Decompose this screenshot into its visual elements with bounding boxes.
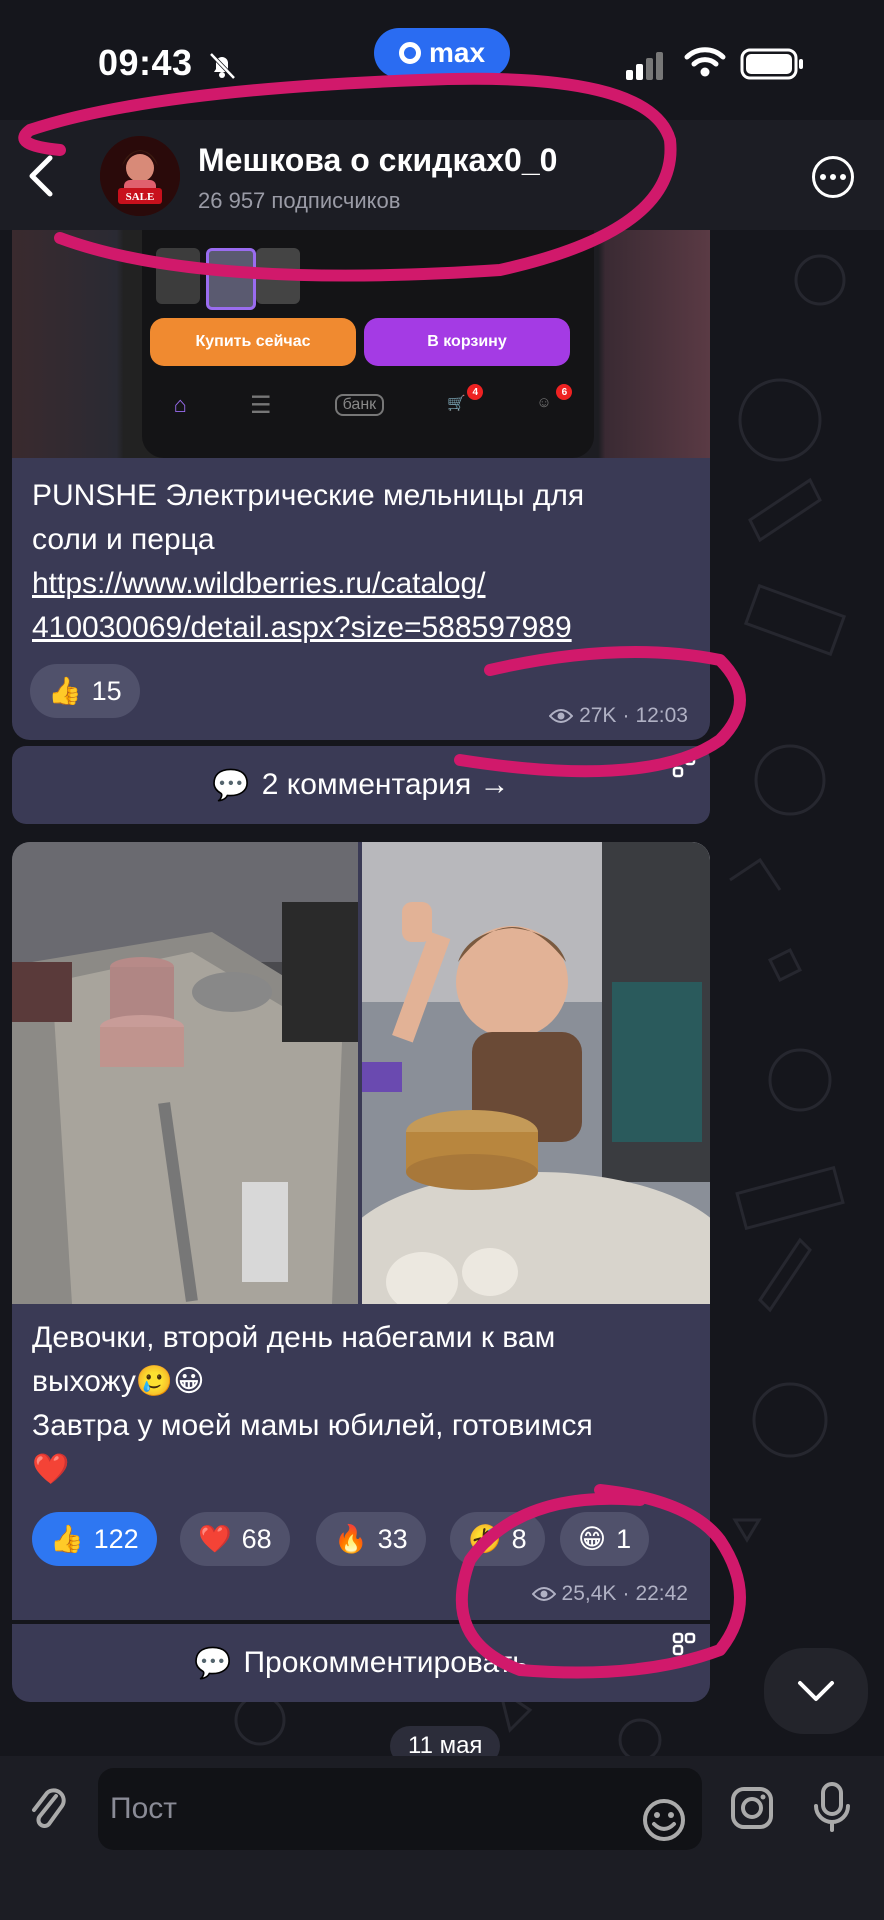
speech-bubble-icon: 💬 [194,1646,232,1680]
reaction-fire[interactable]: 🔥 33 [316,1512,426,1566]
microphone-icon[interactable] [812,1780,852,1834]
post-text-line: Девочки, второй день набегами к вам [32,1321,556,1354]
clock: 09:43 [98,42,193,83]
search-home-icon: ⌂ [173,392,187,417]
bell-slash-icon [209,52,236,80]
reaction-grin[interactable]: 😁 1 [560,1512,650,1566]
reaction-rofl[interactable]: 🤣 8 [450,1512,545,1566]
product-link[interactable]: https://www.wildberries.ru/catalog/ [32,567,486,600]
wifi-icon [684,47,726,77]
reaction-count: 15 [91,675,122,706]
product-link[interactable]: 410030069/detail.aspx?size=588597989 [32,611,572,644]
cart-badge: 4 [467,384,484,400]
post-input[interactable]: Пост [98,1768,702,1850]
reaction-count: 33 [377,1523,408,1554]
thumbnail [156,248,200,304]
battery-icon [740,48,803,80]
post-text: PUNSHE Электрические мельницы для соли и… [32,474,692,650]
comments-label: 2 комментария → [261,768,510,801]
max-label: max [428,37,486,68]
post-time: 12:03 [635,704,688,727]
channel-header: SALE Мешкова о скидках0_0 26 957 подписч… [0,120,884,230]
post-input-placeholder: Пост [110,1792,177,1825]
max-logo-icon [398,42,421,64]
post-text-line: Завтра у моей мамы юбилей, готовимся [32,1409,593,1442]
rofl-icon: 🤣 [468,1524,502,1554]
thumbs-up-icon: 👍 [48,676,82,706]
post-text-line: выхожу🥲😀 [32,1365,205,1398]
reaction-count: 68 [241,1523,272,1554]
status-bar: 09:43 max [0,0,884,120]
speech-bubble-icon: 💬 [212,768,250,802]
reaction-count: 8 [511,1523,527,1554]
fire-icon: 🔥 [334,1524,368,1554]
reaction-count: 1 [616,1523,632,1554]
heart-icon: ❤️ [198,1524,232,1554]
view-count: 25,4K [561,1582,617,1605]
avatar-sale-text: SALE [126,191,155,203]
reaction-thumbs-up[interactable]: 👍 122 [32,1512,157,1566]
post-text-line: ❤️ [32,1453,70,1486]
channel-title[interactable]: Мешкова о скидках0_0 [198,142,557,179]
bank-label: банк [334,394,385,416]
post-bubble-2[interactable]: Девочки, второй день набегами к вам выхо… [12,842,710,1620]
photo-cake-table[interactable] [12,842,358,1304]
profile-icon: ☺ 6 [536,384,573,416]
thumbnail-selected [206,248,256,310]
add-to-cart-button: В корзину [364,318,570,366]
post-text-line: соли и перца [32,523,215,556]
back-chevron-icon[interactable] [26,154,56,198]
screenshot-navbar: ⌂ ☰ банк 🛒 4 ☺ 6 [142,380,594,430]
reaction-count: 122 [93,1523,139,1554]
eye-icon [549,709,574,723]
qr-icon[interactable] [672,754,696,778]
thumbnail [256,248,300,304]
catalog-icon: ☰ [249,391,272,419]
thumbs-up-icon: 👍 [50,1524,84,1554]
photo-boy-pancakes[interactable] [362,842,710,1304]
post-meta: 27K · 12:03 [549,704,688,728]
comments-button[interactable]: 💬 2 комментария → [12,746,710,824]
post-time: 22:42 [635,1582,688,1605]
product-screenshot[interactable]: Купить сейчас В корзину ⌂ ☰ банк 🛒 4 ☺ 6 [12,230,710,458]
post-meta: 25,4K · 22:42 [531,1582,688,1606]
instagram-icon[interactable] [730,1786,774,1830]
paperclip-icon[interactable] [28,1784,68,1834]
comment-cta-label: Прокомментировать [243,1646,528,1679]
more-icon[interactable] [812,156,854,198]
reaction-heart[interactable]: ❤️ 68 [180,1512,290,1566]
view-count: 27K [579,704,617,727]
scroll-down-button[interactable] [764,1648,868,1734]
grin-icon: 😁 [578,1523,607,1554]
channel-avatar[interactable]: SALE [100,136,180,216]
screenshot-phone: Купить сейчас В корзину ⌂ ☰ банк 🛒 4 ☺ 6 [142,230,594,458]
composer-bar: Пост [0,1756,884,1920]
post-text-line: PUNSHE Электрические мельницы для [32,479,585,512]
max-pill[interactable]: max [374,28,510,78]
chevron-down-icon [798,1681,834,1701]
profile-badge: 6 [556,384,573,400]
emoji-icon[interactable] [642,1798,686,1842]
subscriber-count: 26 957 подписчиков [198,188,401,213]
cart-icon: 🛒 4 [447,384,484,416]
buy-now-button: Купить сейчас [150,318,356,366]
reaction-thumbs-up[interactable]: 👍 15 [30,664,140,718]
eye-icon [531,1587,556,1601]
qr-icon[interactable] [672,1632,696,1656]
signal-icon [626,52,663,80]
comment-cta-button[interactable]: 💬 Прокомментировать [12,1624,710,1702]
post-text: Девочки, второй день набегами к вам выхо… [32,1316,692,1492]
post-bubble-1[interactable]: Купить сейчас В корзину ⌂ ☰ банк 🛒 4 ☺ 6 P… [12,230,710,740]
